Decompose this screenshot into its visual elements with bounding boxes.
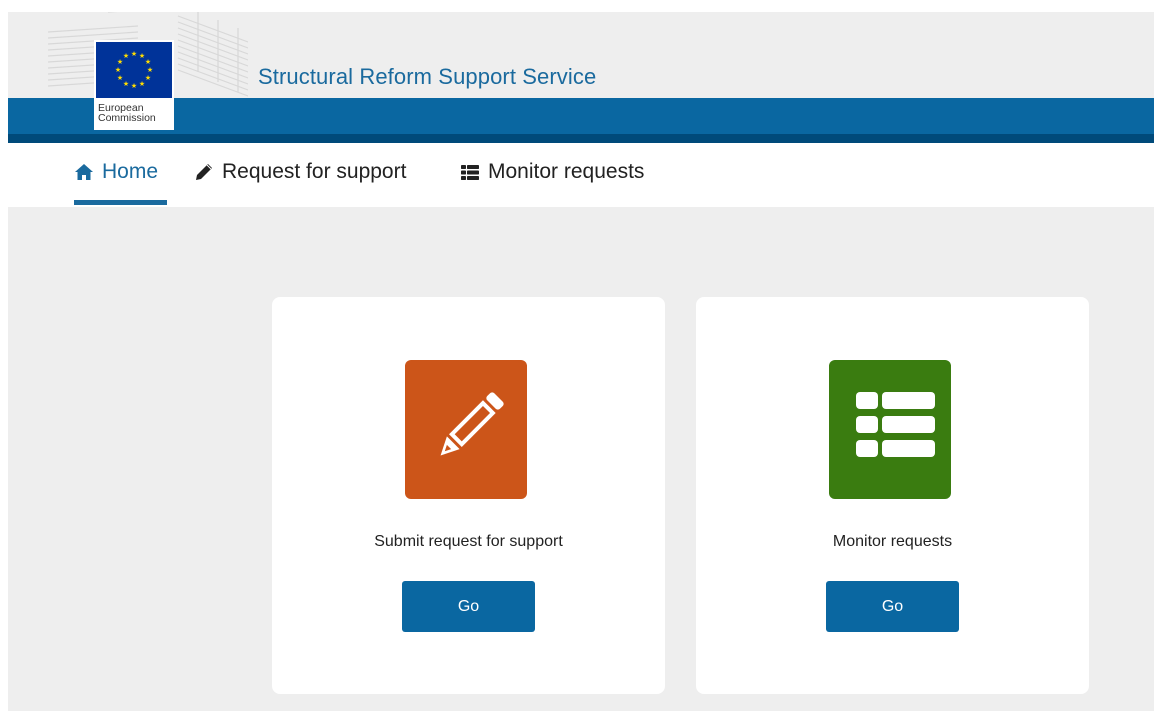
go-submit-request-button[interactable]: Go (402, 581, 535, 632)
eu-stars-icon: ★ ★ ★ ★ ★ ★ ★ ★ ★ ★ ★ ★ (115, 50, 153, 90)
svg-text:★: ★ (145, 58, 151, 66)
svg-text:★: ★ (145, 74, 151, 82)
header-blue-band (8, 98, 1154, 134)
european-commission-logo[interactable]: ★ ★ ★ ★ ★ ★ ★ ★ ★ ★ ★ ★ European Commiss… (94, 40, 174, 130)
card-list-tile (829, 360, 951, 499)
main-nav: Home Request for support Monitor request… (8, 143, 1154, 207)
svg-text:★: ★ (131, 50, 137, 58)
nav-item-request-label: Request for support (222, 160, 407, 183)
nav-item-home[interactable]: Home (74, 160, 158, 184)
home-icon (75, 164, 93, 180)
svg-text:★: ★ (123, 80, 129, 88)
nav-item-request-for-support[interactable]: Request for support (194, 160, 406, 184)
card-monitor-label: Monitor requests (832, 533, 953, 550)
nav-item-monitor-requests[interactable]: Monitor requests (460, 160, 644, 184)
logo-text-line2: Commission (98, 112, 156, 124)
svg-text:★: ★ (115, 66, 121, 74)
main-content: Submit request for support Go Monitor re… (8, 207, 1154, 711)
pencil-icon (196, 164, 212, 180)
card-submit-request: Submit request for support Go (272, 297, 665, 694)
nav-item-home-label: Home (102, 160, 159, 183)
go-monitor-requests-button[interactable]: Go (826, 581, 959, 632)
nav-active-indicator (74, 200, 167, 205)
list-icon (856, 392, 935, 457)
site-header: Structural Reform Support Service ★ ★ ★ … (8, 12, 1154, 143)
svg-text:★: ★ (139, 80, 145, 88)
card-monitor-requests: Monitor requests Go (696, 297, 1089, 694)
card-submit-label: Submit request for support (374, 533, 563, 550)
svg-text:★: ★ (131, 82, 137, 90)
nav-item-monitor-label: Monitor requests (488, 160, 645, 183)
svg-text:★: ★ (147, 66, 153, 74)
svg-text:★: ★ (117, 74, 123, 82)
logo-text: European Commission (98, 103, 156, 124)
header-dark-band (8, 134, 1154, 143)
page: Structural Reform Support Service ★ ★ ★ … (8, 12, 1154, 711)
pencil-icon (440, 392, 504, 456)
site-title[interactable]: Structural Reform Support Service (258, 64, 596, 90)
eu-flag-icon: ★ ★ ★ ★ ★ ★ ★ ★ ★ ★ ★ ★ (96, 42, 172, 98)
list-icon (461, 165, 479, 180)
svg-text:★: ★ (123, 52, 129, 60)
card-pencil-tile (405, 360, 527, 499)
